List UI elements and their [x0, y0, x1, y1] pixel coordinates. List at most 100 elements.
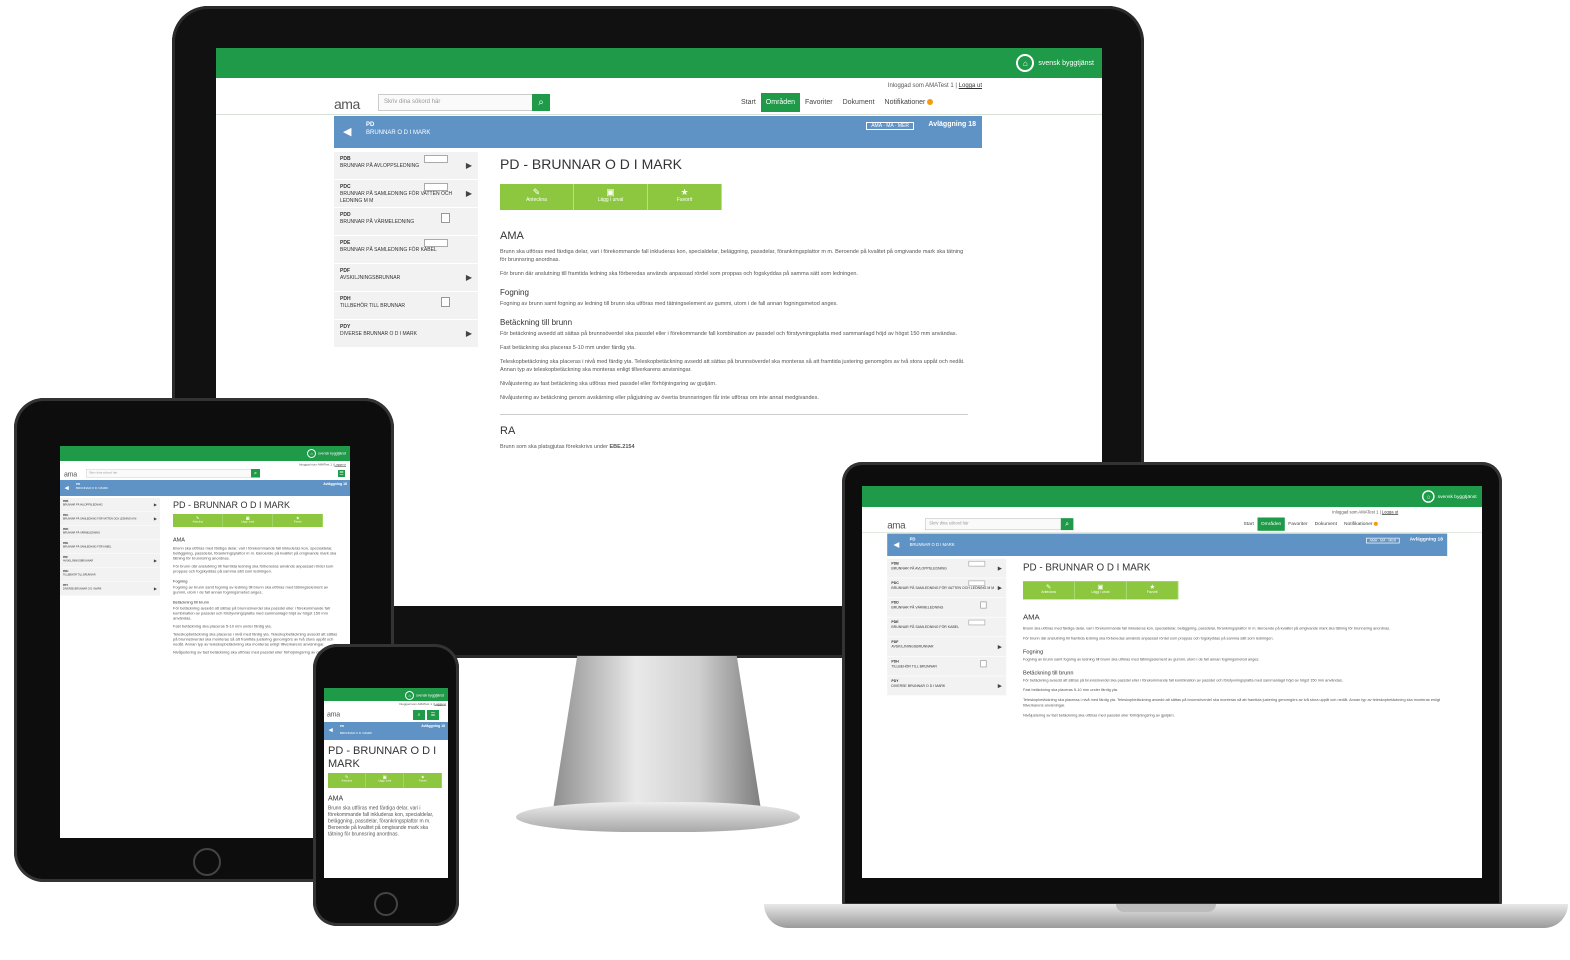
- sidebar-item[interactable]: PDD BRUNNAR PÅ VÄRMELEDNING: [887, 598, 1007, 618]
- search-input[interactable]: Skriv dina sökord här: [378, 94, 548, 111]
- ama-logo[interactable]: ama: [334, 96, 360, 112]
- ama-logo[interactable]: ama: [64, 470, 77, 478]
- hamburger-icon: ☰: [339, 470, 344, 477]
- breadcrumb-bar: ◀ PD BRUNNAR O D I MARK Avläggning 18: [324, 722, 448, 740]
- logout-link[interactable]: Logga ut: [334, 464, 346, 467]
- add-to-selection-button[interactable]: ▣ Lägg i urval: [366, 773, 404, 788]
- favorite-button[interactable]: ★ Favorit: [404, 773, 442, 788]
- sidebar-item[interactable]: PDD BRUNNAR PÅ VÄRMELEDNING: [334, 208, 478, 236]
- nav-start[interactable]: Start: [1240, 518, 1257, 531]
- sidebar-item[interactable]: PDY DIVERSE BRUNNAR O D I MARK ▶: [887, 676, 1007, 696]
- back-arrow-icon[interactable]: ◀: [343, 125, 351, 138]
- sidebar-item-label: BRUNNAR PÅ SAMLEDNING FÖR KABEL: [63, 545, 112, 549]
- brand-logo[interactable]: ⌂ svensk byggtjänst: [307, 449, 346, 458]
- play-arrow-icon[interactable]: ▶: [466, 274, 472, 282]
- play-arrow-icon[interactable]: ▶: [154, 517, 157, 521]
- menu-button[interactable]: ☰: [338, 470, 345, 477]
- header-divider: [216, 114, 1102, 115]
- back-arrow-icon[interactable]: ◀: [65, 485, 69, 491]
- logout-link[interactable]: Logga ut: [1382, 511, 1398, 515]
- sidebar-item[interactable]: PDB BRUNNAR PÅ AVLOPPSLEDNING ▶: [334, 152, 478, 180]
- nav-dokument[interactable]: Dokument: [838, 93, 880, 112]
- brand-logo[interactable]: ⌂ svensk byggtjänst: [405, 691, 444, 700]
- annotate-button[interactable]: ✎ Anteckna: [173, 514, 223, 527]
- sidebar-item[interactable]: PDF AVSKILJNINGSBRUNNAR ▶: [60, 554, 160, 568]
- paragraph: Nivåjustering av fast betäckning ska utf…: [1023, 713, 1175, 718]
- search-button[interactable]: ⌕: [532, 94, 550, 111]
- sidebar-item-label: BRUNNAR PÅ SAMLEDNING FÖR VATTEN OCH LED…: [340, 191, 453, 204]
- nav-notifikationer[interactable]: Notifikationer: [880, 93, 939, 112]
- brand-logo[interactable]: ⌂ svensk byggtjänst: [1422, 490, 1477, 503]
- play-arrow-icon[interactable]: ▶: [466, 330, 472, 338]
- menu-button[interactable]: ☰: [427, 710, 439, 720]
- annotate-button[interactable]: ✎ Anteckna: [500, 184, 574, 210]
- logout-link[interactable]: Logga ut: [959, 83, 982, 89]
- sidebar-item[interactable]: PDE BRUNNAR PÅ SAMLEDNING FÖR KABEL: [334, 236, 478, 264]
- ama-logo[interactable]: ama: [887, 520, 905, 531]
- sidebar-item[interactable]: PDC BRUNNAR PÅ SAMLEDNING FÖR VATTEN OCH …: [334, 180, 478, 208]
- play-arrow-icon[interactable]: ▶: [154, 503, 157, 507]
- play-arrow-icon[interactable]: ▶: [998, 585, 1002, 591]
- annotate-button[interactable]: ✎ Anteckna: [328, 773, 366, 788]
- play-arrow-icon[interactable]: ▶: [154, 559, 157, 563]
- main-content: AMA Brunn ska utföras med färdiga delar,…: [328, 794, 443, 841]
- nav-favoriter[interactable]: Favoriter: [800, 93, 838, 112]
- nav-start[interactable]: Start: [736, 93, 761, 112]
- paragraph: Fogning av brunn samt fogning av ledning…: [500, 301, 838, 307]
- favorite-button[interactable]: ★ Favorit: [273, 514, 323, 527]
- nav-omraden[interactable]: Områden: [1257, 517, 1285, 531]
- house-icon: ⌂: [307, 449, 317, 458]
- search-icon: ⌕: [417, 712, 421, 718]
- back-arrow-icon[interactable]: ◀: [329, 727, 333, 733]
- house-icon: ⌂: [405, 691, 415, 700]
- search-input[interactable]: Skriv dina sökord här: [925, 518, 1072, 531]
- sidebar-item[interactable]: PDF AVSKILJNINGSBRUNNAR ▶: [887, 637, 1007, 657]
- logout-link[interactable]: Logga ut: [434, 703, 446, 706]
- sidebar-item-label: BRUNNAR PÅ VÄRMELEDNING: [63, 531, 101, 535]
- back-arrow-icon[interactable]: ◀: [894, 540, 900, 549]
- sidebar-item[interactable]: PDB BRUNNAR PÅ AVLOPPSLEDNING ▶: [887, 558, 1007, 579]
- play-arrow-icon[interactable]: ▶: [466, 162, 472, 170]
- sidebar-item[interactable]: PDH TILLBEHÖR TILL BRUNNAR: [60, 568, 160, 582]
- breadcrumb-tag[interactable]: AMA · MA · MER: [866, 122, 914, 130]
- play-arrow-icon[interactable]: ▶: [998, 644, 1002, 650]
- sidebar-item[interactable]: PDF AVSKILJNINGSBRUNNAR ▶: [334, 264, 478, 292]
- reference-link[interactable]: EBE.2154: [609, 444, 634, 450]
- action-label: Favorit: [1146, 590, 1158, 595]
- play-arrow-icon[interactable]: ▶: [154, 587, 157, 591]
- sidebar-item[interactable]: PDY DIVERSE BRUNNAR O D I MARK ▶: [60, 582, 160, 596]
- play-arrow-icon[interactable]: ▶: [998, 683, 1002, 689]
- annotate-button[interactable]: ✎ Anteckna: [1023, 581, 1075, 600]
- brand-logo[interactable]: ⌂ svensk byggtjänst: [1016, 54, 1094, 72]
- search-button[interactable]: ⌕: [1060, 518, 1074, 531]
- add-to-selection-button[interactable]: ▣ Lägg i urval: [574, 184, 648, 210]
- play-arrow-icon[interactable]: ▶: [998, 565, 1002, 571]
- sidebar-item[interactable]: PDD BRUNNAR PÅ VÄRMELEDNING: [60, 526, 160, 540]
- sidebar-item[interactable]: PDB BRUNNAR PÅ AVLOPPSLEDNING ▶: [60, 498, 160, 512]
- search-button[interactable]: ⌕: [413, 710, 425, 720]
- nav-dokument[interactable]: Dokument: [1311, 518, 1340, 531]
- add-to-selection-button[interactable]: ▣ Lägg i urval: [223, 514, 273, 527]
- sidebar-item[interactable]: PDC BRUNNAR PÅ SAMLEDNING FÖR VATTEN OCH …: [887, 578, 1007, 598]
- sidebar-item[interactable]: PDE BRUNNAR PÅ SAMLEDNING FÖR KABEL: [60, 540, 160, 554]
- add-to-selection-button[interactable]: ▣ Lägg i urval: [1074, 581, 1127, 600]
- sidebar-item[interactable]: PDE BRUNNAR PÅ SAMLEDNING FÖR KABEL: [887, 617, 1007, 638]
- nav-omraden[interactable]: Områden: [760, 93, 800, 112]
- sidebar-item[interactable]: PDH TILLBEHÖR TILL BRUNNAR: [334, 292, 478, 320]
- search-input[interactable]: Skriv dina sökord här: [86, 469, 256, 478]
- site-header-bar: ⌂ svensk byggtjänst: [862, 486, 1482, 507]
- ama-logo[interactable]: ama: [327, 710, 340, 718]
- sidebar-item[interactable]: PDH TILLBEHÖR TILL BRUNNAR: [887, 656, 1007, 677]
- sidebar-item[interactable]: PDC BRUNNAR PÅ SAMLEDNING FÖR VATTEN OCH …: [60, 512, 160, 526]
- section-divider: [500, 414, 968, 415]
- search-button[interactable]: ⌕: [251, 469, 260, 478]
- favorite-button[interactable]: ★ Favorit: [1126, 581, 1179, 600]
- nav-notifikationer[interactable]: Notifikationer: [1340, 518, 1381, 531]
- paragraph: För brunn där anslutning till framtida l…: [1023, 636, 1274, 641]
- breadcrumb-tag[interactable]: AMA · MA · MER: [1366, 537, 1400, 544]
- play-arrow-icon[interactable]: ▶: [466, 190, 472, 198]
- nav-favoriter[interactable]: Favoriter: [1285, 518, 1311, 531]
- sidebar-item[interactable]: PDY DIVERSE BRUNNAR O D I MARK ▶: [334, 320, 478, 348]
- favorite-button[interactable]: ★ Favorit: [648, 184, 722, 210]
- action-label: Favorit: [418, 779, 427, 783]
